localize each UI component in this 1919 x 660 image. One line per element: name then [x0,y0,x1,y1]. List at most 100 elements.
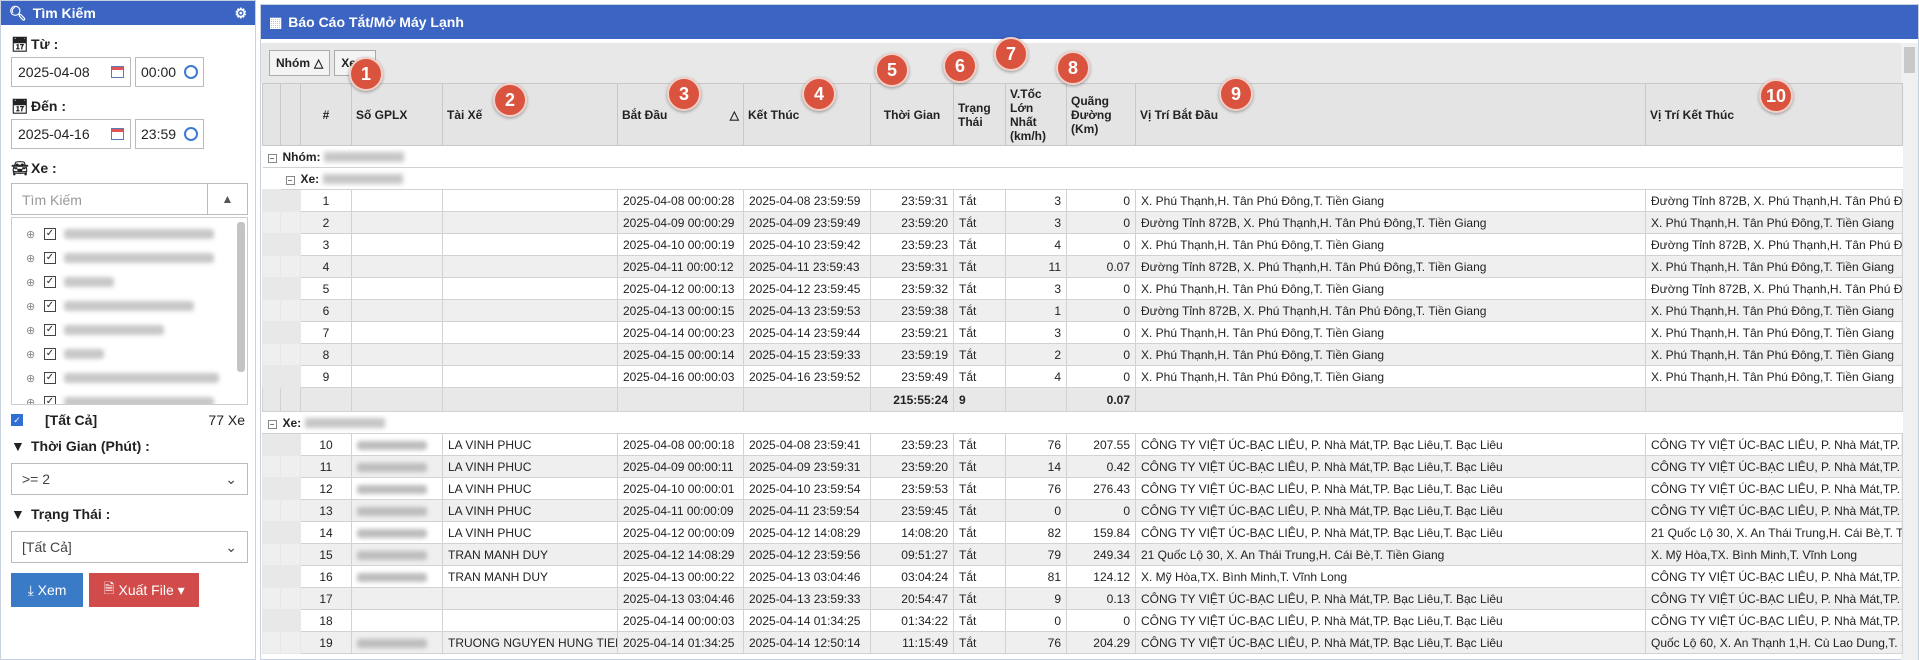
from-time-input[interactable]: 00:00 [135,57,204,87]
table-row[interactable]: 15 TRAN MANH DUY 2025-04-12 14:08:29 2025-0… [262,543,1903,566]
table-row[interactable]: 10 LA VINH PHUC 2025-04-08 00:00:18 2025-04… [262,433,1903,456]
speed-cell: 0 [1005,609,1067,632]
table-row[interactable]: 4 2025-04-11 00:00:12 2025-04-11 23:59:43 2… [262,255,1903,278]
select-all-checkbox[interactable]: ✓ [11,414,23,426]
speed-cell: 0 [1005,499,1067,522]
calendar-picker-icon[interactable] [111,66,124,78]
col-duration[interactable]: Thời Gian [870,83,954,146]
collapse-icon[interactable]: ▲ [207,184,247,214]
table-row[interactable]: 19 TRUONG NGUYEN HUNG TIEN 2025-04-14 01:3… [262,631,1903,654]
table-row[interactable]: 18 2025-04-14 00:00:03 2025-04-14 01:34:25… [262,609,1903,632]
table-row[interactable]: 8 2025-04-15 00:00:14 2025-04-15 23:59:33 2… [262,343,1903,366]
license-cell [351,299,443,322]
table-row[interactable]: 2 2025-04-09 00:00:29 2025-04-09 23:59:49 2… [262,211,1903,234]
from-date-input[interactable]: 2025-04-08 [11,57,131,87]
table-row[interactable]: 14 LA VINH PHUC 2025-04-12 00:00:09 2025-04… [262,521,1903,544]
license-cell [351,587,443,610]
gear-icon[interactable]: ⚙ [234,5,247,22]
table-row[interactable]: 3 2025-04-10 00:00:19 2025-04-10 23:59:42 2… [262,233,1903,256]
group-row-vehicle-1[interactable]: − Xe: [262,167,1903,190]
col-driver[interactable]: Tài Xế [442,83,618,146]
table-row[interactable]: 9 2025-04-16 00:00:03 2025-04-16 23:59:52 2… [262,365,1903,388]
license-cell [351,343,443,366]
start-location-cell: X. Phú Thạnh,H. Tân Phú Đông,T. Tiền Gia… [1135,343,1646,366]
table-row[interactable]: 17 2025-04-13 03:04:46 2025-04-13 23:59:33… [262,587,1903,610]
table-row[interactable]: 6 2025-04-13 00:00:15 2025-04-13 23:59:53 2… [262,299,1903,322]
table-row[interactable]: 5 2025-04-12 00:00:13 2025-04-12 23:59:45 2… [262,277,1903,300]
redacted-text [357,484,427,494]
driver-cell [442,365,618,388]
table-row[interactable]: 16 TRAN MANH DUY 2025-04-13 00:00:22 2025-0… [262,565,1903,588]
tree-item[interactable]: ⊕ ✓ [12,246,247,270]
end-location-cell: Đường Tỉnh 872B, X. Phú Thạnh,H. Tân Phú… [1645,189,1903,212]
to-date-input[interactable]: 2025-04-16 [11,119,131,149]
tree-item[interactable]: ⊕ ✓ [12,390,247,404]
speed-cell: 82 [1005,521,1067,544]
end-cell: 2025-04-12 23:59:45 [743,277,871,300]
col-start-location[interactable]: Vị Trí Bắt Đầu [1135,83,1646,146]
tree-item[interactable]: ⊕ ✓ [12,366,247,390]
col-num[interactable]: # [300,83,352,146]
table-row[interactable]: 1 2025-04-08 00:00:28 2025-04-08 23:59:59 2… [262,189,1903,212]
vehicle-search-input[interactable]: Tìm Kiếm [12,184,207,214]
collapse-icon[interactable]: − [267,153,277,163]
tree-scrollbar[interactable] [237,222,245,372]
view-button[interactable]: ⤓ Xem [11,573,83,607]
end-cell: 2025-04-09 23:59:49 [743,211,871,234]
tree-item[interactable]: ⊕ ✓ [12,294,247,318]
clock-icon[interactable] [184,65,198,79]
table-row[interactable]: 11 LA VINH PHUC 2025-04-09 00:00:11 2025-04… [262,455,1903,478]
col-speed[interactable]: V.Tốc Lớn Nhất (km/h) [1005,83,1067,146]
distance-cell: 0.42 [1066,455,1136,478]
group-chip-group[interactable]: Nhóm △ [269,50,331,76]
clock-icon[interactable] [184,127,198,141]
start-location-cell: CÔNG TY VIỆT ÚC-BẠC LIÊU, P. Nhà Mát,TP.… [1135,587,1646,610]
download-icon: ⤓ [27,581,38,598]
duration-cell: 20:54:47 [870,587,954,610]
license-cell [351,521,443,544]
redacted-text [357,506,427,516]
driver-cell [442,609,618,632]
redacted-text [357,440,427,450]
tree-item[interactable]: ⊕ ✓ [12,270,247,294]
tree-item[interactable]: ⊕ ✓ [12,318,247,342]
status-cell: Tắt [953,299,1006,322]
collapse-icon[interactable]: − [285,175,295,185]
badge-9: 9 [1219,77,1253,111]
table-row[interactable]: 12 LA VINH PHUC 2025-04-10 00:00:01 2025-04… [262,477,1903,500]
to-time-input[interactable]: 23:59 [135,119,204,149]
export-button[interactable]: 🗎︎ Xuất File ▾ [89,573,199,607]
calendar-picker-icon[interactable] [111,128,124,140]
badge-4: 4 [802,77,836,111]
status-select[interactable]: [Tất Cả] ⌄ [11,531,248,563]
group-row-vehicle-2[interactable]: − Xe: [262,411,1903,434]
col-distance[interactable]: Quãng Đường (Km) [1066,83,1136,146]
redacted-text [304,418,385,429]
duration-select[interactable]: >= 2 ⌄ [11,463,248,495]
start-cell: 2025-04-11 00:00:12 [617,255,744,278]
speed-cell: 4 [1005,233,1067,256]
col-license[interactable]: Số GPLX [351,83,443,146]
license-cell [351,543,443,566]
tree-item[interactable]: ⊕ ✓ [12,342,247,366]
vehicle-search[interactable]: Tìm Kiếm ▲ [11,183,248,215]
speed-cell: 3 [1005,277,1067,300]
col-status[interactable]: Trạng Thái [953,83,1006,146]
vertical-scrollbar[interactable] [1901,43,1918,660]
row-number: 7 [300,321,352,344]
status-cell: Tắt [953,255,1006,278]
from-label: Từ : [31,36,59,52]
chevron-down-icon: ⌄ [225,470,237,487]
speed-cell: 76 [1005,433,1067,456]
collapse-icon[interactable]: − [267,419,277,429]
start-cell: 2025-04-13 00:00:22 [617,565,744,588]
end-location-cell: X. Phú Thạnh,H. Tân Phú Đông,T. Tiền Gia… [1645,365,1903,388]
table-row[interactable]: 7 2025-04-14 00:00:23 2025-04-14 23:59:44 2… [262,321,1903,344]
group-row-group[interactable]: − Nhóm: [262,145,1903,168]
row-number: 17 [300,587,352,610]
table-row[interactable]: 13 LA VINH PHUC 2025-04-11 00:00:09 2025-04… [262,499,1903,522]
tree-item[interactable]: ⊕ ✓ [12,222,247,246]
group-label-cell: − Xe: [280,167,1903,190]
start-cell: 2025-04-13 03:04:46 [617,587,744,610]
start-cell: 2025-04-12 14:08:29 [617,543,744,566]
